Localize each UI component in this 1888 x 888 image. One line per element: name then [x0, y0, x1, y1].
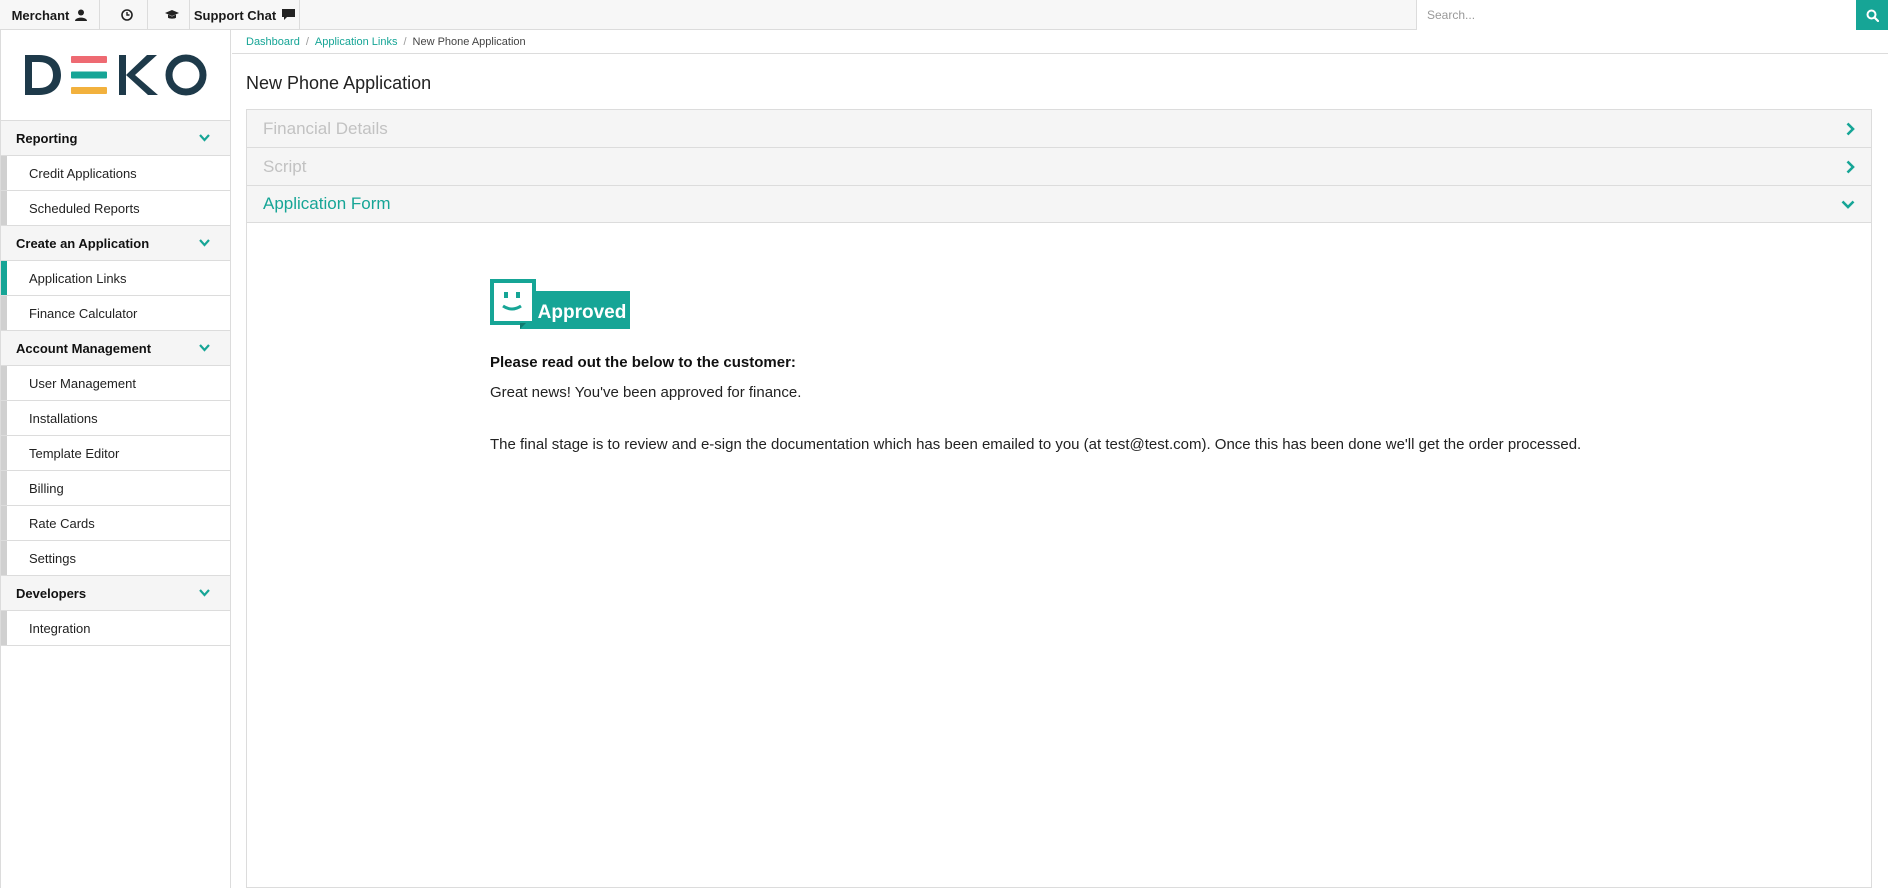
sidebar-item-user-management[interactable]: User Management [1, 366, 230, 401]
approved-badge: Approved [490, 279, 630, 329]
breadcrumb: Dashboard / Application Links / New Phon… [232, 30, 1888, 54]
sidebar-item-credit-applications[interactable]: Credit Applications [1, 156, 230, 191]
page-title: New Phone Application [246, 73, 432, 93]
search-box [1416, 0, 1856, 30]
sidebar-item-template-editor[interactable]: Template Editor [1, 436, 230, 471]
accordion-title: Application Form [263, 194, 391, 213]
accordion-script[interactable]: Script [246, 147, 1872, 185]
history-button[interactable] [100, 0, 148, 30]
deko-logo-image [24, 54, 206, 96]
search-input[interactable] [1417, 0, 1856, 30]
sidebar-item-billing[interactable]: Billing [1, 471, 230, 506]
sidebar-item-label: Billing [29, 480, 64, 496]
sidebar-item-scheduled-reports[interactable]: Scheduled Reports [1, 191, 230, 226]
sidebar-item-label: Template Editor [29, 445, 120, 461]
application-form-panel: Approved Please read out the below to th… [246, 223, 1872, 888]
search-button[interactable] [1856, 0, 1888, 30]
approved-label: Approved [538, 302, 627, 323]
breadcrumb-application-links-link[interactable]: Application Links [315, 36, 398, 48]
read-out-instruction: Please read out the below to the custome… [490, 354, 796, 371]
accordion-title: Script [263, 156, 307, 176]
nav-section-label: Reporting [16, 130, 78, 146]
chevron-right-icon [1846, 160, 1855, 173]
chevron-right-icon [1846, 122, 1855, 135]
sidebar-item-label: Application Links [29, 270, 127, 286]
breadcrumb-separator: / [403, 35, 407, 48]
nav-section-reporting[interactable]: Reporting [1, 121, 230, 156]
top-bar: Merchant Support Chat [0, 0, 1888, 30]
sidebar-item-finance-calculator[interactable]: Finance Calculator [1, 296, 230, 331]
nav-section-label: Account Management [16, 340, 152, 356]
sidebar-item-label: Scheduled Reports [29, 200, 140, 216]
sidebar-item-label: Settings [29, 550, 76, 566]
nav-section-create-application[interactable]: Create an Application [1, 226, 230, 261]
next-steps-message: The final stage is to review and e-sign … [490, 436, 1582, 453]
user-icon [75, 9, 88, 21]
sidebar-item-label: Installations [29, 410, 98, 426]
nav-section-developers[interactable]: Developers [1, 576, 230, 611]
deko-logo[interactable] [1, 30, 230, 121]
accordion-financial-details[interactable]: Financial Details [246, 109, 1872, 147]
sidebar-item-rate-cards[interactable]: Rate Cards [1, 506, 230, 541]
sidebar-item-label: User Management [29, 375, 136, 391]
graduation-cap-icon [164, 10, 179, 19]
sidebar-item-integration[interactable]: Integration [1, 611, 230, 646]
application-accordion: Financial Details Script Application For… [246, 109, 1872, 888]
sidebar-item-application-links[interactable]: Application Links [1, 261, 230, 296]
breadcrumb-dashboard-link[interactable]: Dashboard [246, 36, 300, 48]
approval-message: Great news! You've been approved for fin… [490, 384, 802, 401]
support-chat-button[interactable]: Support Chat [190, 0, 300, 30]
training-button[interactable] [148, 0, 190, 30]
search-icon [1866, 9, 1879, 22]
support-chat-label: Support Chat [193, 7, 277, 23]
chevron-down-icon [199, 344, 210, 352]
sidebar-item-label: Finance Calculator [29, 305, 138, 321]
accordion-title: Financial Details [263, 118, 388, 138]
chevron-down-icon [199, 239, 210, 247]
clock-icon [120, 9, 133, 21]
breadcrumb-current: New Phone Application [412, 35, 526, 48]
nav-section-label: Create an Application [16, 235, 150, 251]
merchant-menu-button[interactable]: Merchant [0, 0, 100, 30]
sidebar: Reporting Credit Applications Scheduled … [0, 30, 231, 888]
chat-bubble-icon [282, 9, 296, 20]
sidebar-item-label: Rate Cards [29, 515, 95, 531]
sidebar-item-label: Credit Applications [29, 165, 137, 181]
merchant-label: Merchant [11, 7, 70, 23]
chevron-down-icon [199, 134, 210, 142]
sidebar-item-settings[interactable]: Settings [1, 541, 230, 576]
chevron-down-icon [199, 589, 210, 597]
chevron-down-icon [1841, 200, 1855, 209]
sidebar-item-installations[interactable]: Installations [1, 401, 230, 436]
breadcrumb-separator: / [305, 35, 309, 48]
accordion-application-form[interactable]: Application Form [246, 185, 1872, 223]
nav-section-label: Developers [16, 585, 87, 601]
nav-section-account-management[interactable]: Account Management [1, 331, 230, 366]
sidebar-item-label: Integration [29, 620, 91, 636]
